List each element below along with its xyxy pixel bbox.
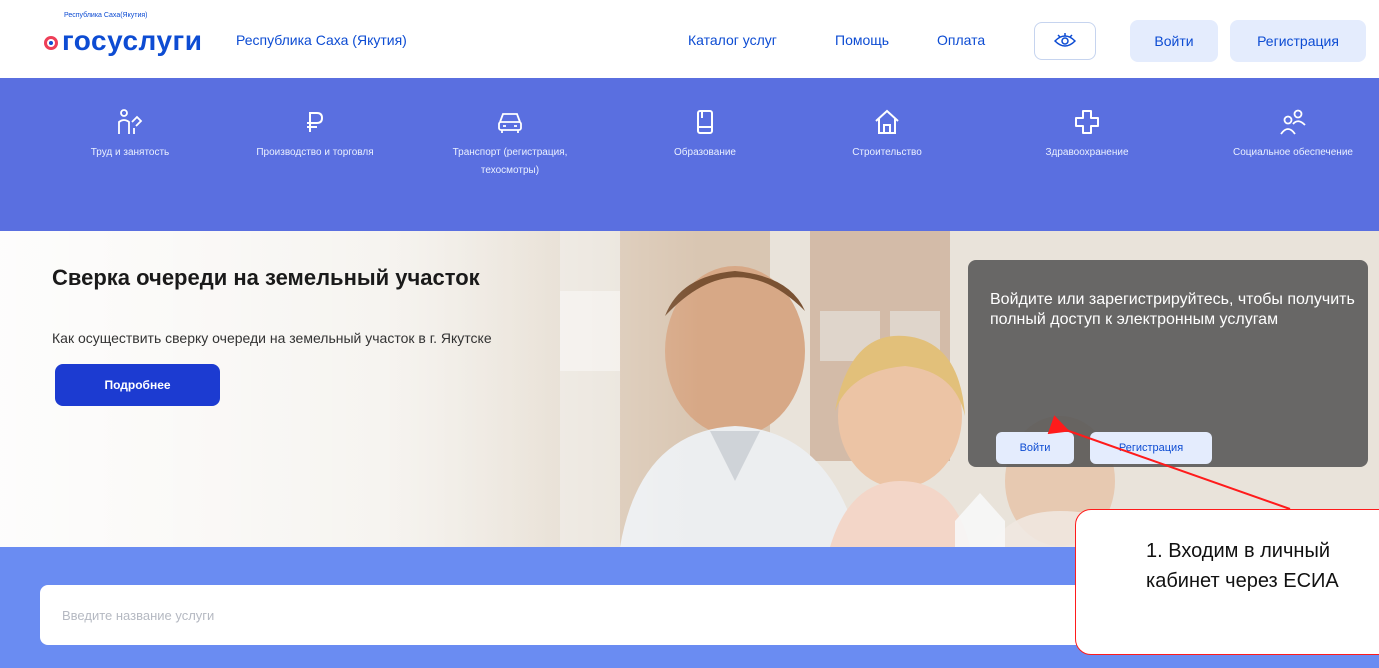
nav-help-link[interactable]: Помощь bbox=[835, 32, 889, 48]
category-bar: Труд и занятость Производство и торговля… bbox=[0, 78, 1379, 231]
header-login-button[interactable]: Войти bbox=[1130, 20, 1218, 62]
category-production[interactable]: Производство и торговля bbox=[230, 108, 400, 160]
category-social[interactable]: Социальное обеспечение bbox=[1208, 108, 1378, 160]
logo-wordmark: госуслуги bbox=[62, 25, 203, 56]
hero-more-button[interactable]: Подробнее bbox=[55, 364, 220, 406]
login-prompt-text: Войдите или зарегистрируйтесь, чтобы пол… bbox=[990, 291, 1355, 328]
annotation-callout: 1. Входим в личный кабинет через ЕСИА bbox=[1075, 509, 1379, 655]
category-transport[interactable]: Транспорт (регистрация, техосмотры) bbox=[425, 108, 595, 178]
ruble-icon bbox=[307, 112, 324, 132]
gosuslugi-logo[interactable]: Республика Саха(Якутия) госуслуги bbox=[42, 12, 222, 60]
category-healthcare[interactable]: Здравоохранение bbox=[1002, 108, 1172, 160]
category-labor[interactable]: Труд и занятость bbox=[45, 108, 215, 160]
category-education[interactable]: Образование bbox=[620, 108, 790, 160]
people-icon bbox=[1280, 109, 1306, 135]
car-icon bbox=[498, 113, 522, 133]
nav-payment-link[interactable]: Оплата bbox=[937, 32, 985, 48]
book-icon bbox=[697, 110, 713, 134]
medical-cross-icon bbox=[1075, 110, 1099, 134]
people-work-icon bbox=[118, 109, 143, 134]
house-icon bbox=[875, 109, 899, 134]
card-login-button[interactable]: Войти bbox=[996, 432, 1074, 464]
accessibility-button[interactable] bbox=[1034, 22, 1096, 60]
login-prompt-card: Войдите или зарегистрируйтесь, чтобы пол… bbox=[968, 260, 1368, 467]
annotation-text: 1. Входим в личный кабинет через ЕСИА bbox=[1146, 540, 1339, 592]
card-register-button[interactable]: Регистрация bbox=[1090, 432, 1212, 464]
logo-region-caption: Республика Саха(Якутия) bbox=[64, 12, 148, 19]
logo-emblem-icon bbox=[44, 36, 58, 50]
region-selector[interactable]: Республика Саха (Якутия) bbox=[236, 32, 407, 48]
eye-icon bbox=[1054, 33, 1076, 47]
nav-catalog-link[interactable]: Каталог услуг bbox=[688, 32, 777, 48]
hero-title: Сверка очереди на земельный участок bbox=[52, 265, 480, 290]
hero-banner: Сверка очереди на земельный участок Как … bbox=[0, 231, 1379, 547]
category-construction[interactable]: Строительство bbox=[802, 108, 972, 160]
hero-subtitle: Как осуществить сверку очереди на земель… bbox=[52, 330, 492, 346]
header-register-button[interactable]: Регистрация bbox=[1230, 20, 1366, 62]
site-header: Республика Саха(Якутия) госуслуги Респуб… bbox=[0, 0, 1379, 78]
